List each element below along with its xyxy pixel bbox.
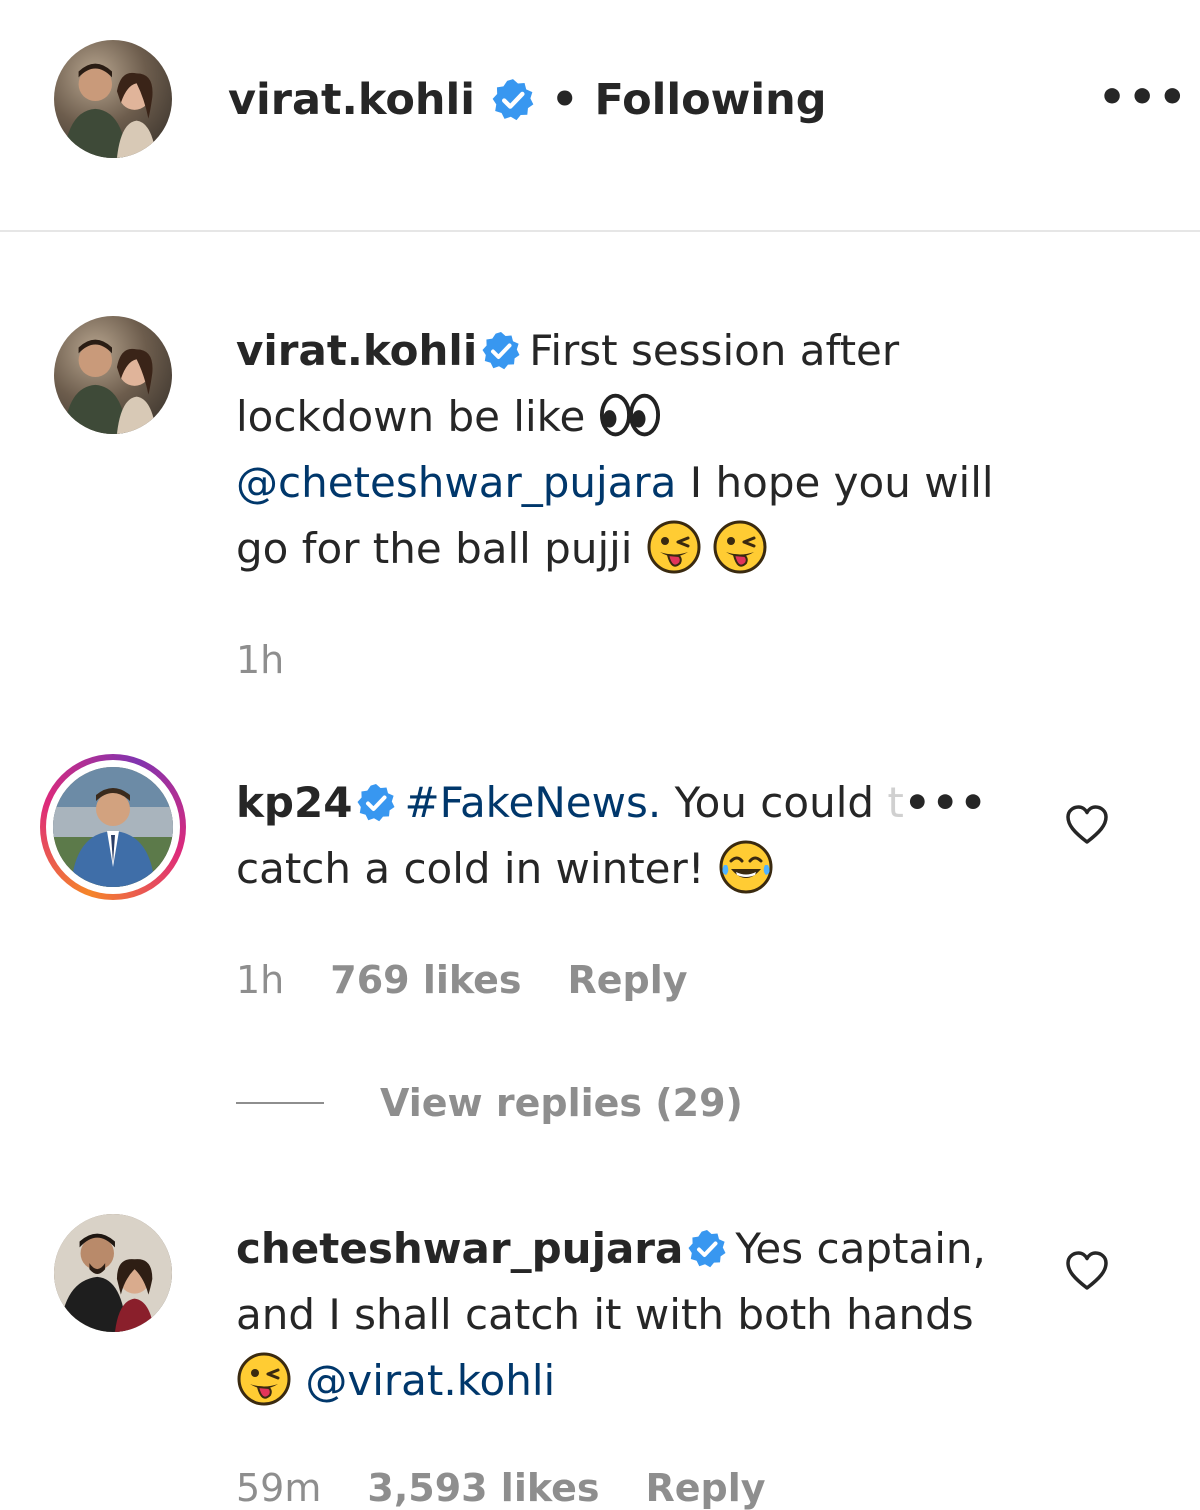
header-divider [0, 230, 1200, 232]
header-username[interactable]: virat.kohli [228, 75, 475, 125]
comment-kp24-text: kp24 #FakeNews. You could t••• catch a co… [236, 770, 1036, 902]
comment-mention-link[interactable]: @virat.kohli [305, 1356, 555, 1405]
comment-username[interactable]: kp24 [236, 778, 352, 827]
comment-timestamp[interactable]: 59m [236, 1466, 321, 1510]
caption-meta: 1h [236, 638, 284, 682]
comment-avatar-pujara[interactable] [54, 1214, 172, 1332]
more-options-icon[interactable]: ••• [904, 778, 988, 827]
comment-text-truncated: t [887, 778, 904, 827]
comment-text-part1: You could [674, 778, 875, 827]
comment-avatar-kp24[interactable] [53, 767, 173, 887]
eyes-emoji-icon [599, 387, 661, 443]
comment-pujara-text: cheteshwar_pujara Yes captain, and I shal… [236, 1216, 1026, 1414]
comment-likes[interactable]: 3,593 likes [367, 1466, 599, 1510]
separator-dot: • [550, 75, 579, 125]
reply-button[interactable]: Reply [646, 1466, 766, 1510]
caption-text: virat.kohli First session after lockdown … [236, 318, 1056, 582]
caption-timestamp[interactable]: 1h [236, 638, 284, 682]
hashtag-link[interactable]: #FakeNews. [404, 778, 661, 827]
verified-badge-icon [491, 78, 535, 122]
header-avatar[interactable] [54, 40, 172, 158]
following-button[interactable]: Following [594, 75, 826, 125]
tears-of-joy-emoji-icon [718, 839, 774, 895]
comment-timestamp[interactable]: 1h [236, 958, 284, 1002]
winking-tongue-emoji-icon [712, 519, 768, 575]
verified-badge-icon [687, 1229, 727, 1269]
comment-kp24-meta: 1h 769 likes Reply [236, 958, 688, 1002]
view-replies-label[interactable]: View replies (29) [380, 1081, 743, 1125]
view-replies-line [236, 1102, 324, 1104]
caption-avatar[interactable] [54, 316, 172, 434]
comment-likes[interactable]: 769 likes [330, 958, 521, 1002]
verified-badge-icon [356, 783, 396, 823]
heart-icon[interactable] [1064, 1248, 1110, 1294]
comment-username[interactable]: cheteshwar_pujara [236, 1224, 683, 1273]
winking-tongue-emoji-icon [236, 1351, 292, 1407]
caption-mention-link[interactable]: @cheteshwar_pujara [236, 458, 676, 507]
reply-button[interactable]: Reply [568, 958, 688, 1002]
more-options-icon[interactable]: ••• [1098, 72, 1188, 123]
comment-text-part2: catch a cold in winter! [236, 844, 705, 893]
winking-tongue-emoji-icon [646, 519, 702, 575]
verified-badge-icon [481, 331, 521, 371]
caption-username[interactable]: virat.kohli [236, 326, 477, 375]
comment-pujara-meta: 59m 3,593 likes Reply [236, 1466, 766, 1510]
view-replies-button[interactable]: View replies (29) [236, 1075, 743, 1131]
post-header: virat.kohli • Following [228, 70, 827, 130]
story-ring[interactable] [40, 754, 186, 900]
heart-icon[interactable] [1064, 802, 1110, 848]
